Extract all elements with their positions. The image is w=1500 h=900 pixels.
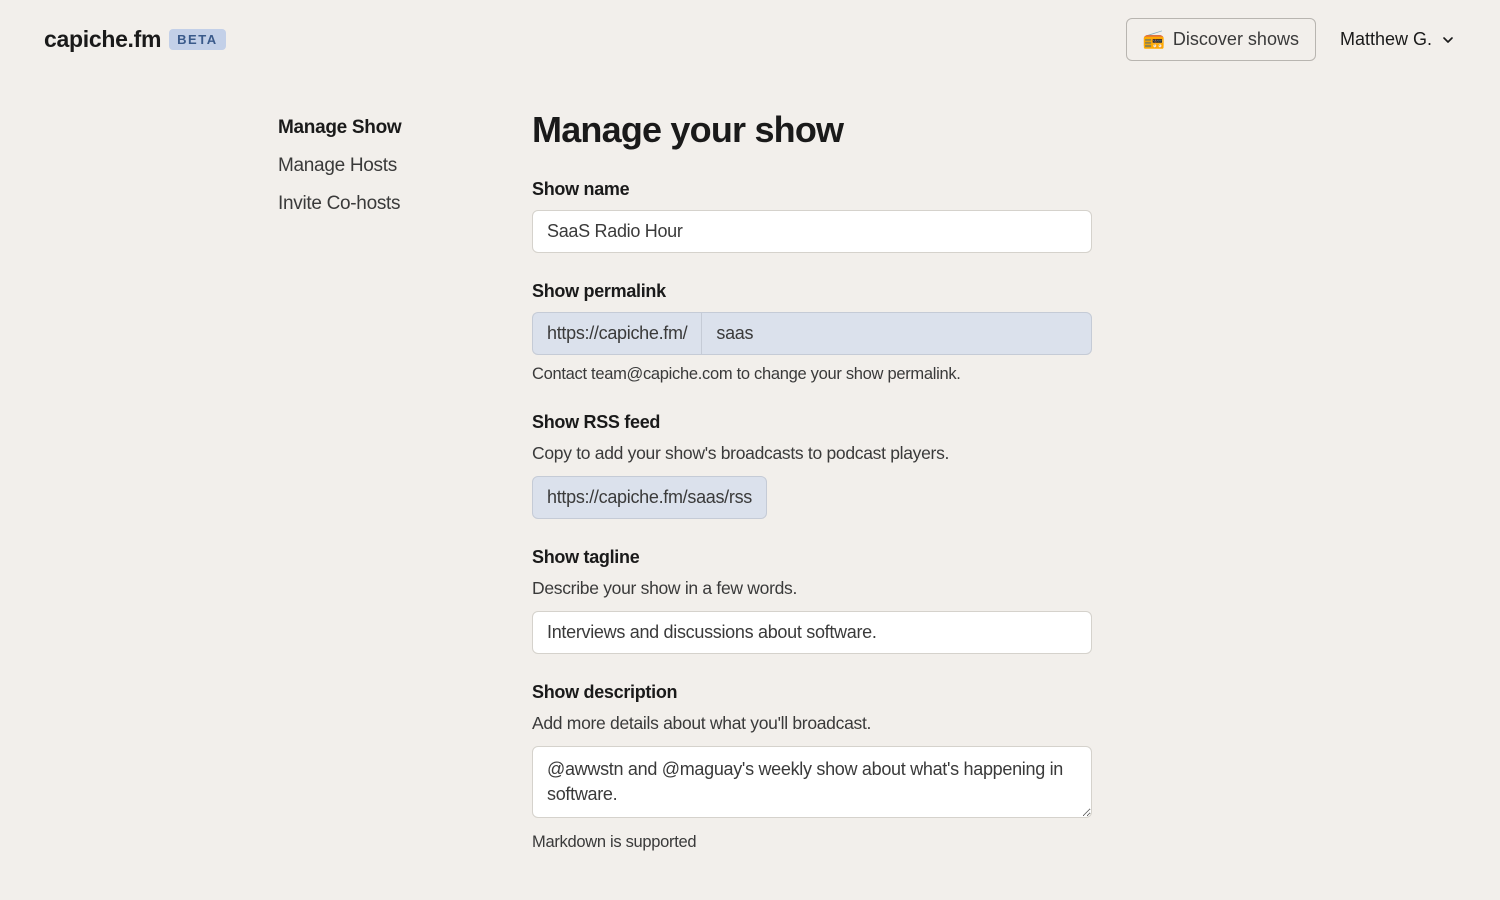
tagline-group: Show tagline Describe your show in a few…	[532, 547, 1092, 654]
show-name-label: Show name	[532, 179, 1092, 200]
logo[interactable]: capiche.fm	[44, 26, 161, 53]
tagline-helper: Describe your show in a few words.	[532, 578, 1092, 599]
permalink-label: Show permalink	[532, 281, 1092, 302]
page-title: Manage your show	[532, 109, 1092, 151]
permalink-prefix: https://capiche.fm/	[532, 312, 701, 355]
permalink-field: https://capiche.fm/	[532, 312, 1092, 355]
description-helper: Add more details about what you'll broad…	[532, 713, 1092, 734]
discover-shows-button[interactable]: 📻 Discover shows	[1126, 18, 1316, 61]
permalink-input[interactable]	[701, 312, 1092, 355]
sidebar: Manage Show Manage Hosts Invite Co-hosts	[278, 109, 512, 880]
description-hint: Markdown is supported	[532, 833, 1092, 852]
description-textarea[interactable]	[532, 746, 1092, 818]
sidebar-item-manage-hosts[interactable]: Manage Hosts	[278, 147, 512, 185]
description-group: Show description Add more details about …	[532, 682, 1092, 852]
main: Manage your show Show name Show permalin…	[532, 109, 1092, 880]
tagline-input[interactable]	[532, 611, 1092, 654]
sidebar-item-invite-cohosts[interactable]: Invite Co-hosts	[278, 185, 512, 223]
header-right: 📻 Discover shows Matthew G.	[1126, 18, 1457, 61]
chevron-down-icon	[1440, 32, 1456, 48]
sidebar-item-manage-show[interactable]: Manage Show	[278, 109, 512, 147]
content: Manage Show Manage Hosts Invite Co-hosts…	[0, 79, 1500, 880]
permalink-hint: Contact team@capiche.com to change your …	[532, 365, 1092, 384]
logo-group: capiche.fm BETA	[44, 26, 226, 53]
rss-group: Show RSS feed Copy to add your show's br…	[532, 412, 1092, 519]
user-menu[interactable]: Matthew G.	[1340, 29, 1456, 50]
header: capiche.fm BETA 📻 Discover shows Matthew…	[0, 0, 1500, 79]
permalink-group: Show permalink https://capiche.fm/ Conta…	[532, 281, 1092, 384]
beta-badge: BETA	[169, 29, 225, 50]
user-name: Matthew G.	[1340, 29, 1432, 50]
tagline-label: Show tagline	[532, 547, 1092, 568]
rss-helper: Copy to add your show's broadcasts to po…	[532, 443, 1092, 464]
rss-field[interactable]: https://capiche.fm/saas/rss	[532, 476, 767, 519]
description-label: Show description	[532, 682, 1092, 703]
rss-label: Show RSS feed	[532, 412, 1092, 433]
radio-icon: 📻	[1143, 29, 1165, 50]
show-name-group: Show name	[532, 179, 1092, 253]
discover-label: Discover shows	[1173, 29, 1299, 50]
show-name-input[interactable]	[532, 210, 1092, 253]
